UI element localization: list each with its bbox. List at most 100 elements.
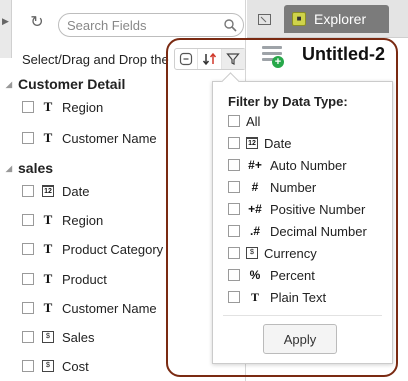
filter-option-label: Currency [264,245,317,261]
window-switch-icon[interactable] [258,14,271,25]
currency-type-icon: $ [246,247,258,259]
group-label: sales [18,160,54,176]
filter-option-all[interactable]: All [228,112,260,130]
field-panel-toolbar [174,48,246,70]
chevron-right-icon[interactable]: ▶ [2,16,9,27]
collapse-all-button[interactable] [175,49,199,69]
text-type-icon: T [43,271,53,286]
filter-option-positive-number[interactable]: +# Positive Number [228,200,365,218]
currency-type-icon: $ [42,331,54,343]
field-checkbox[interactable] [22,185,34,197]
divider [223,315,382,316]
text-type-icon: T [43,99,53,114]
search-input[interactable] [67,17,217,33]
filter-option-label: Percent [270,267,315,283]
apply-button[interactable]: Apply [263,324,337,354]
plain-text-type-icon: T [250,290,259,304]
filter-button[interactable] [221,49,245,69]
field-checkbox[interactable] [22,243,34,255]
filter-by-type-menu: Filter by Data Type: All 12 Date #+ Auto… [212,81,393,364]
date-type-icon: 12 [42,185,54,197]
filter-option-label: Decimal Number [270,223,367,239]
field-item[interactable]: T Product Category [0,238,163,260]
field-item[interactable]: T Region [0,96,103,118]
expand-triangle-icon[interactable]: ◢ [2,164,16,173]
tab-label: Explorer [314,11,367,27]
filter-option-date[interactable]: 12 Date [228,134,291,152]
text-type-icon: T [43,241,53,256]
sort-arrows-icon [202,52,216,66]
filter-checkbox[interactable] [228,269,240,281]
filter-checkbox[interactable] [228,137,240,149]
field-item[interactable]: $ Cost [0,355,89,377]
filter-checkbox[interactable] [228,247,240,259]
filter-checkbox[interactable] [228,203,240,215]
filter-checkbox[interactable] [228,115,240,127]
refresh-icon[interactable]: ↻ [28,14,46,32]
currency-type-icon: $ [42,360,54,372]
field-label: Product Category [62,241,164,257]
field-label: Customer Name [62,300,157,316]
field-checkbox[interactable] [22,331,34,343]
search-field-box[interactable] [58,13,244,37]
group-customer-detail[interactable]: ◢ Customer Detail [0,73,125,95]
field-label: Customer Name [62,130,157,146]
sheet-title[interactable]: Untitled-2 [302,44,385,65]
field-checkbox[interactable] [22,214,34,226]
auto-number-type-icon: #+ [248,158,262,172]
filter-menu-title: Filter by Data Type: [228,94,348,109]
tab-explorer[interactable]: ■ Explorer [284,5,389,33]
group-label: Customer Detail [18,76,126,92]
field-item[interactable]: T Product [0,268,107,290]
field-label: Region [62,212,104,228]
field-checkbox[interactable] [22,273,34,285]
filter-option-number[interactable]: # Number [228,178,316,196]
filter-option-label: Auto Number [270,157,347,173]
panel-hint-text: Select/Drag and Drop the Fields [22,52,172,67]
filter-option-currency[interactable]: $ Currency [228,244,317,262]
field-label: Sales [62,329,95,345]
filter-option-label: Date [264,135,292,151]
panel-collapse-strip[interactable]: ▶ [0,0,12,58]
number-type-icon: # [251,180,259,194]
collapse-minus-icon [180,52,193,66]
field-label: Date [62,183,90,199]
plus-icon: + [272,56,284,68]
filter-option-percent[interactable]: % Percent [228,266,315,284]
percent-type-icon: % [249,268,261,282]
text-type-icon: T [43,300,53,315]
group-sales[interactable]: ◢ sales [0,157,53,179]
decimal-number-type-icon: .# [249,224,260,238]
search-icon[interactable] [224,19,237,32]
field-label: Region [62,99,104,115]
field-checkbox[interactable] [22,101,34,113]
field-item[interactable]: $ Sales [0,326,95,348]
field-item[interactable]: T Customer Name [0,127,157,149]
filter-option-label: All [246,113,261,129]
field-label: Cost [62,358,89,374]
text-type-icon: T [43,212,53,227]
filter-checkbox[interactable] [228,291,240,303]
filter-option-plain-text[interactable]: T Plain Text [228,288,326,306]
filter-checkbox[interactable] [228,159,240,171]
positive-number-type-icon: +# [248,202,262,216]
field-checkbox[interactable] [22,360,34,372]
expand-triangle-icon[interactable]: ◢ [2,80,16,89]
filter-option-auto-number[interactable]: #+ Auto Number [228,156,347,174]
filter-option-label: Positive Number [270,201,366,217]
text-type-icon: T [43,130,53,145]
sort-button[interactable] [198,49,222,69]
add-sheet-icon[interactable]: + [262,46,284,70]
filter-funnel-icon [226,53,241,65]
field-item[interactable]: T Region [0,209,103,231]
filter-option-decimal-number[interactable]: .# Decimal Number [228,222,367,240]
field-checkbox[interactable] [22,132,34,144]
filter-checkbox[interactable] [228,181,240,193]
field-item[interactable]: T Customer Name [0,297,157,319]
filter-option-label: Plain Text [270,289,327,305]
field-checkbox[interactable] [22,302,34,314]
filter-checkbox[interactable] [228,225,240,237]
explorer-icon: ■ [292,12,306,26]
filter-option-label: Number [270,179,317,195]
field-item[interactable]: 12 Date [0,180,89,202]
